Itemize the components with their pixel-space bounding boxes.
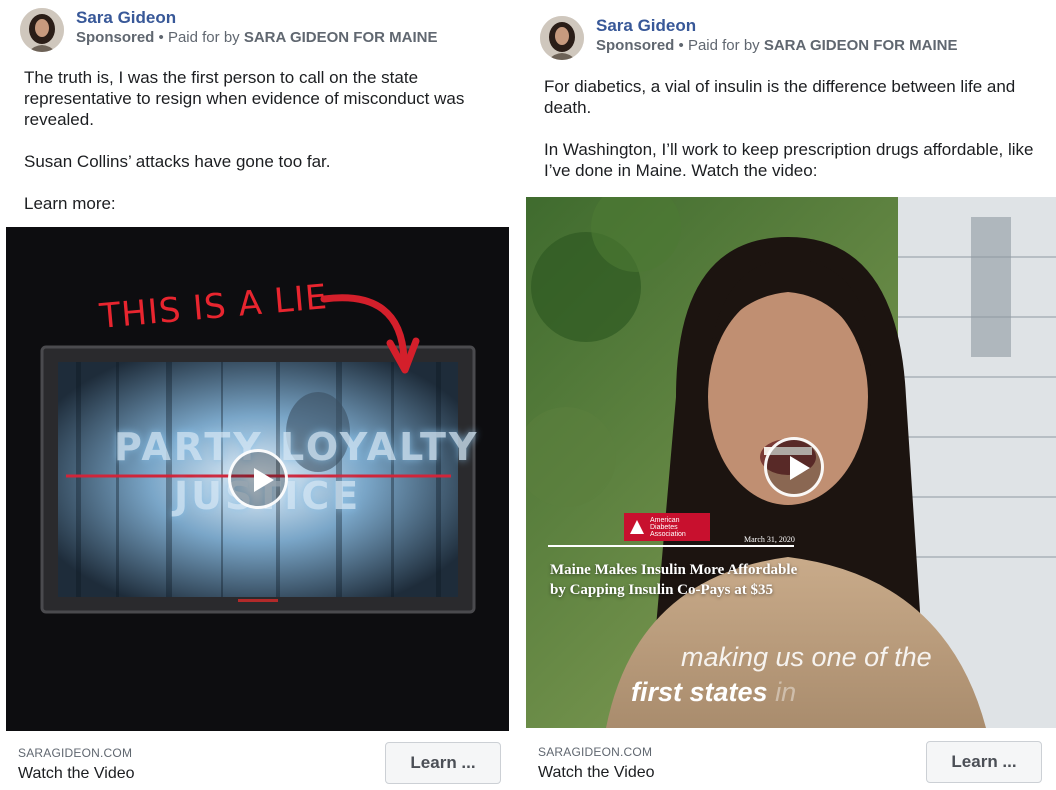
post-text: The truth is, I was the first person to … [24, 67, 494, 214]
post-paragraph: The truth is, I was the first person to … [24, 68, 465, 129]
paid-for-prefix: Paid for by [687, 37, 760, 54]
post-paragraph: In Washington, I’ll work to keep prescri… [544, 140, 1034, 180]
post-paragraph: For diabetics, a vial of insulin is the … [544, 77, 1016, 117]
post-paragraph: Learn more: [24, 194, 116, 213]
ada-triangle-icon [630, 520, 644, 534]
advertiser-avatar[interactable] [540, 16, 584, 60]
video-caption-line-2: first states in [631, 677, 796, 708]
advertiser-name-link[interactable]: Sara Gideon [76, 8, 437, 28]
meta-separator: • [158, 29, 164, 46]
post-header: Sara Gideon Sponsored • Paid for by SARA… [540, 16, 957, 60]
sponsored-line: Sponsored • Paid for by SARA GIDEON FOR … [76, 28, 437, 48]
paid-for-by: SARA GIDEON FOR MAINE [243, 29, 438, 46]
video-overlay-tv-line-1: PARTY LOYALTY [114, 425, 480, 469]
video-caption-line-1: making us one of the [681, 642, 932, 672]
ada-logo: American Diabetes Association [624, 513, 710, 541]
sponsored-label: Sponsored [596, 37, 675, 54]
sponsored-line: Sponsored • Paid for by SARA GIDEON FOR … [596, 36, 957, 56]
paid-for-by: SARA GIDEON FOR MAINE [763, 37, 958, 54]
video-player[interactable]: THIS IS A LIE PARTY LOYALTY JUSTICE [6, 227, 509, 731]
link-domain[interactable]: SARAGIDEON.COM [538, 745, 898, 760]
sponsored-post-left: Sara Gideon Sponsored • Paid for by SARA… [0, 0, 520, 790]
advertiser-avatar[interactable] [20, 8, 64, 52]
ada-logo-text: American Diabetes Association [650, 516, 686, 538]
sponsored-label: Sponsored [76, 29, 155, 46]
link-footer[interactable]: SARAGIDEON.COM Watch the Video [538, 745, 898, 783]
play-button[interactable] [764, 437, 824, 497]
paid-for-prefix: Paid for by [167, 29, 240, 46]
link-title[interactable]: Watch the Video [18, 764, 378, 784]
video-caption-tail: in [775, 677, 797, 707]
sponsored-post-right: Sara Gideon Sponsored • Paid for by SARA… [520, 0, 1056, 790]
learn-more-button[interactable]: Learn ... [926, 741, 1042, 783]
post-text: For diabetics, a vial of insulin is the … [544, 76, 1039, 181]
post-header: Sara Gideon Sponsored • Paid for by SARA… [20, 8, 437, 52]
meta-separator: • [678, 37, 684, 54]
link-domain[interactable]: SARAGIDEON.COM [18, 746, 378, 761]
post-paragraph: Susan Collins’ attacks have gone too far… [24, 152, 331, 171]
advertiser-name-link[interactable]: Sara Gideon [596, 16, 957, 36]
news-headline: Maine Makes Insulin More Affordable by C… [550, 562, 798, 598]
news-date: March 31, 2020 [744, 535, 795, 544]
learn-more-button[interactable]: Learn ... [385, 742, 501, 784]
play-button[interactable] [228, 449, 288, 509]
news-divider [548, 545, 794, 547]
link-footer[interactable]: SARAGIDEON.COM Watch the Video [18, 746, 378, 784]
video-player[interactable]: American Diabetes Association March 31, … [526, 197, 1056, 728]
video-caption-emphasis: first states [631, 677, 768, 707]
link-title[interactable]: Watch the Video [538, 763, 898, 783]
